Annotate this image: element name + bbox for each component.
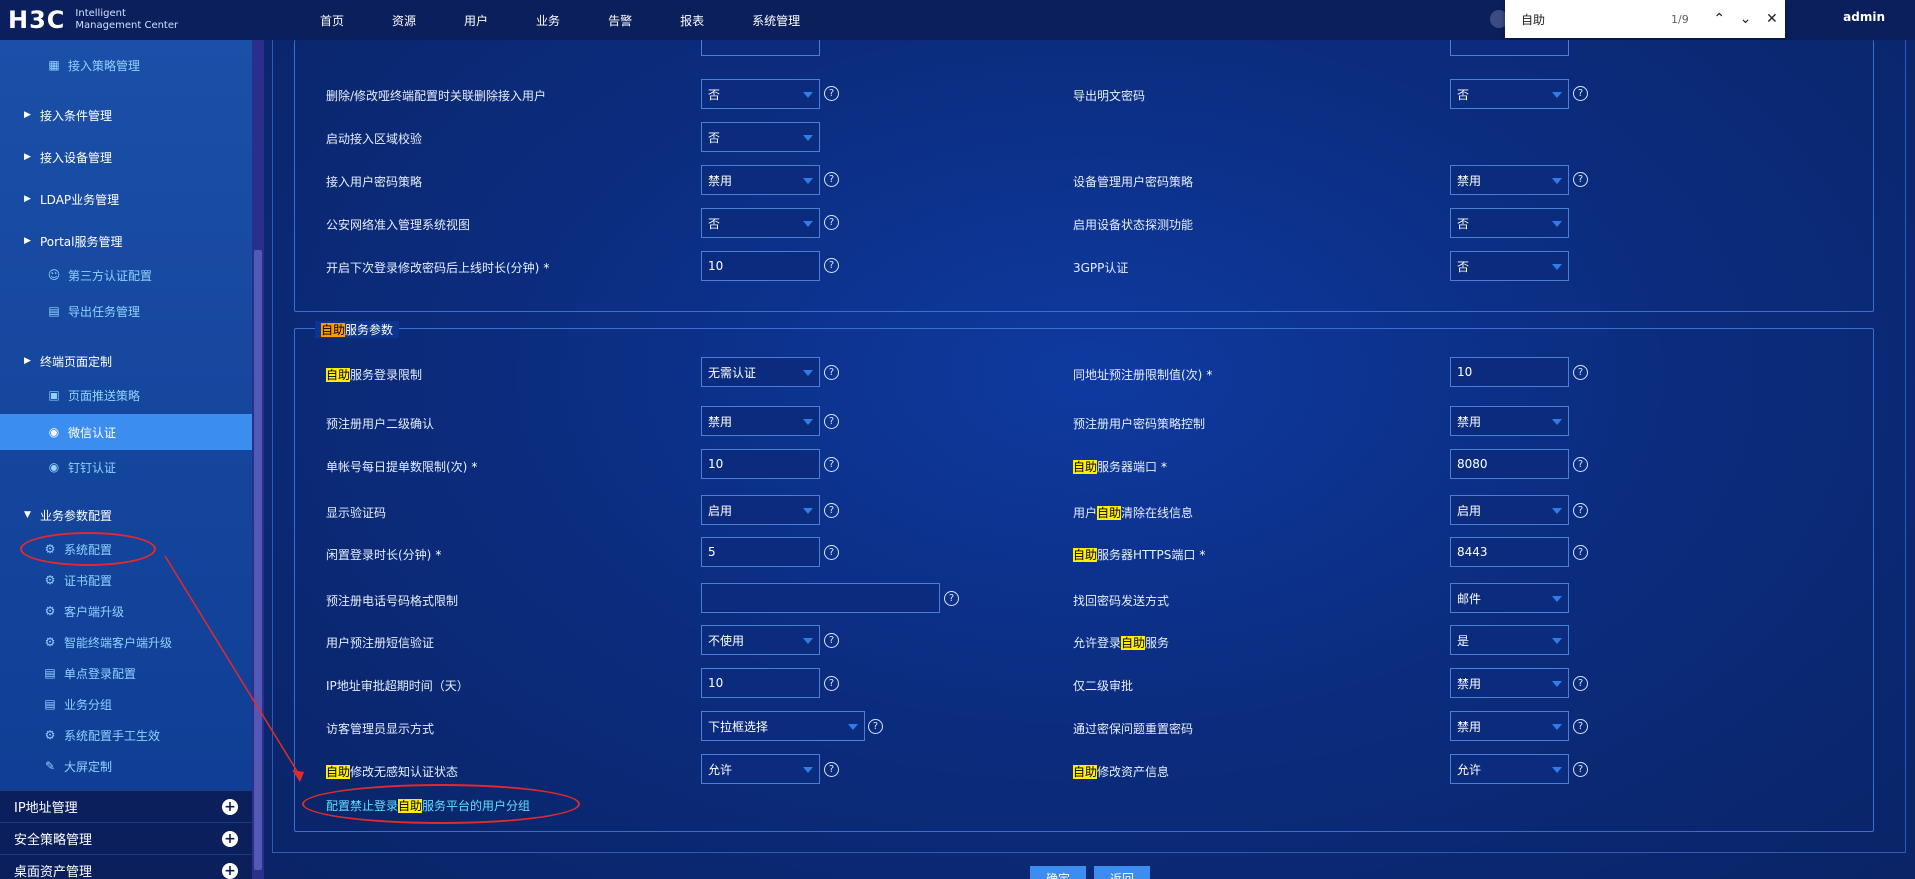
annotation-arrow	[164, 555, 304, 782]
